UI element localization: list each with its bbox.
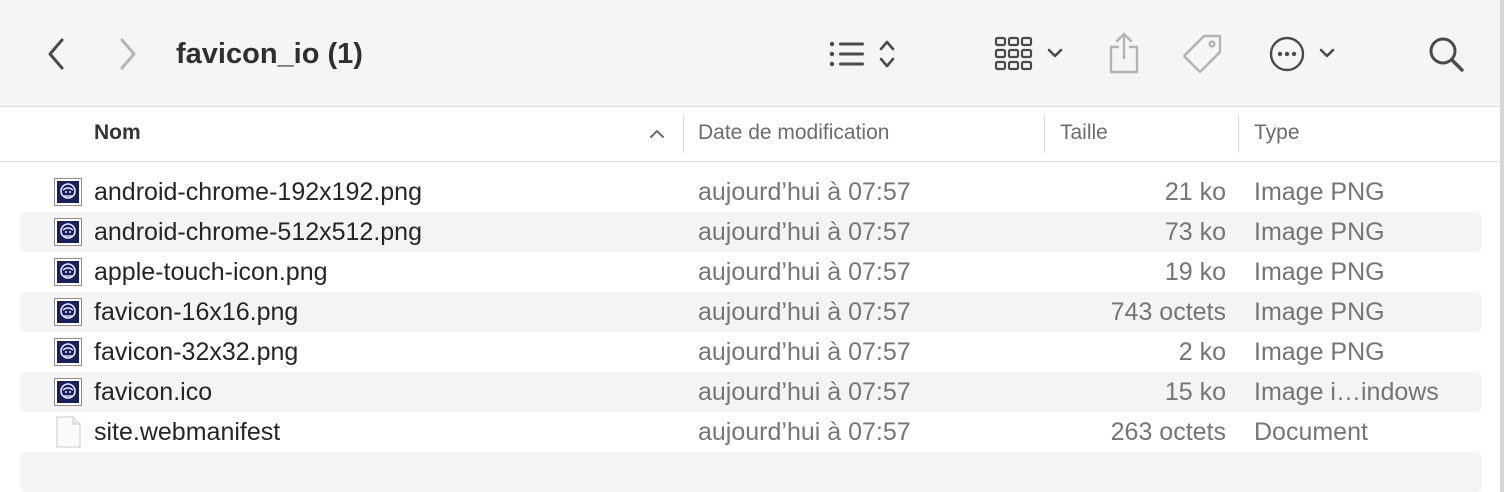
file-date: aujourd’hui à 07:57 [698, 338, 911, 366]
toolbar: favicon_io (1) [0, 0, 1500, 107]
png-image-icon [54, 338, 82, 366]
file-date: aujourd’hui à 07:57 [698, 418, 911, 446]
file-size: 2 ko [1178, 338, 1226, 366]
file-name: site.webmanifest [94, 418, 281, 446]
file-row[interactable]: favicon-32x32.png aujourd’hui à 07:57 2 … [20, 332, 1482, 372]
file-size: 21 ko [1164, 178, 1226, 206]
column-separator[interactable] [1238, 115, 1239, 153]
column-separator[interactable] [1044, 115, 1045, 153]
file-date: aujourd’hui à 07:57 [698, 178, 911, 206]
file-type: Image PNG [1254, 338, 1385, 366]
file-name: android-chrome-512x512.png [94, 218, 422, 246]
file-size: 73 ko [1164, 218, 1226, 246]
png-image-icon [54, 218, 82, 246]
file-name: favicon-16x16.png [94, 298, 299, 326]
file-name: android-chrome-192x192.png [94, 178, 422, 206]
file-date: aujourd’hui à 07:57 [698, 298, 911, 326]
file-row[interactable]: android-chrome-512x512.png aujourd’hui à… [20, 212, 1482, 252]
file-row[interactable]: android-chrome-192x192.png aujourd’hui à… [20, 172, 1482, 212]
file-row[interactable]: apple-touch-icon.png aujourd’hui à 07:57… [20, 252, 1482, 292]
file-type: Document [1254, 418, 1368, 446]
document-icon [54, 416, 82, 448]
file-type: Image PNG [1254, 258, 1385, 286]
file-row[interactable]: favicon.ico aujourd’hui à 07:57 15 ko Im… [20, 372, 1482, 412]
file-type: Image PNG [1254, 178, 1385, 206]
ico-image-icon [54, 378, 82, 406]
file-size: 263 octets [1110, 418, 1226, 446]
column-date[interactable]: Date de modification [698, 107, 889, 161]
column-type[interactable]: Type [1254, 107, 1300, 161]
chevron-right-icon[interactable] [112, 34, 144, 74]
ellipsis-circle-icon[interactable] [1268, 34, 1340, 74]
share-icon[interactable] [1106, 30, 1142, 76]
file-date: aujourd’hui à 07:57 [698, 378, 911, 406]
finder-window: favicon_io (1) Nom Date de modification … [0, 0, 1504, 492]
file-date: aujourd’hui à 07:57 [698, 218, 911, 246]
file-name: favicon.ico [94, 378, 213, 406]
file-type: Image i…indows [1254, 378, 1439, 406]
empty-row [20, 452, 1482, 492]
png-image-icon [54, 298, 82, 326]
file-date: aujourd’hui à 07:57 [698, 258, 911, 286]
window-edge [1500, 0, 1504, 492]
sort-ascending-icon[interactable] [648, 123, 666, 148]
file-type: Image PNG [1254, 218, 1385, 246]
png-image-icon [54, 178, 82, 206]
file-name: apple-touch-icon.png [94, 258, 328, 286]
file-type: Image PNG [1254, 298, 1385, 326]
search-icon[interactable] [1426, 34, 1466, 74]
column-size[interactable]: Taille [1060, 107, 1108, 161]
window-title: favicon_io (1) [176, 38, 363, 70]
grid-view-icon[interactable] [994, 34, 1070, 74]
tag-icon[interactable] [1180, 32, 1226, 76]
file-row[interactable]: favicon-16x16.png aujourd’hui à 07:57 74… [20, 292, 1482, 332]
column-header: Nom Date de modification Taille Type [0, 107, 1500, 162]
column-name[interactable]: Nom [94, 107, 141, 161]
file-size: 19 ko [1164, 258, 1226, 286]
file-size: 15 ko [1164, 378, 1226, 406]
file-size: 743 octets [1110, 298, 1226, 326]
chevron-left-icon[interactable] [40, 34, 72, 74]
png-image-icon [54, 258, 82, 286]
file-row[interactable]: site.webmanifest aujourd’hui à 07:57 263… [20, 412, 1482, 452]
list-view-icon[interactable] [826, 36, 906, 72]
file-name: favicon-32x32.png [94, 338, 299, 366]
file-list: android-chrome-192x192.png aujourd’hui à… [20, 172, 1482, 492]
column-separator[interactable] [683, 115, 684, 153]
